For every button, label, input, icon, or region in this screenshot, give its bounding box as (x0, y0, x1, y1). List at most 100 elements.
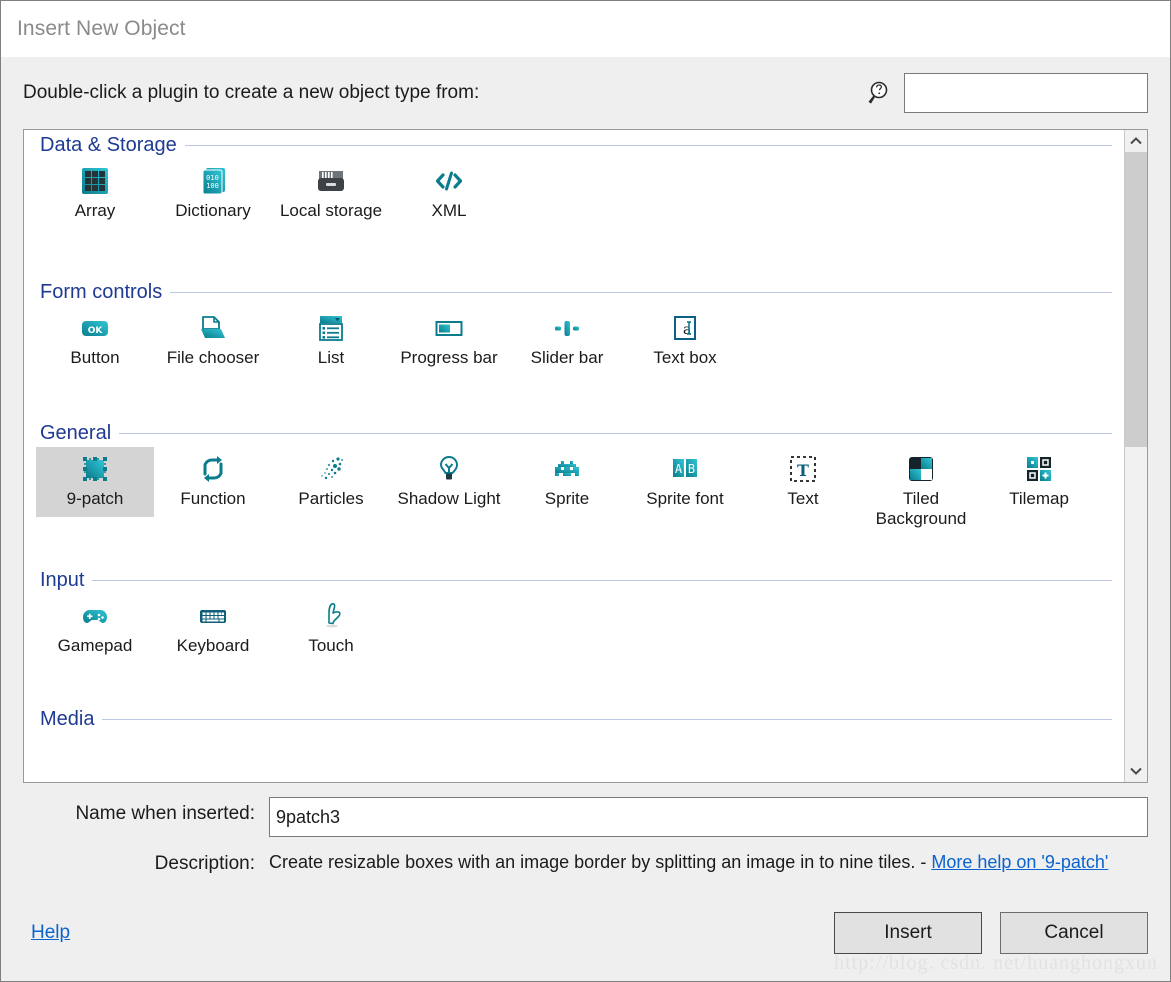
section-title: Media (40, 708, 94, 731)
touch-hand-icon (315, 600, 347, 632)
help-link[interactable]: Help (31, 922, 70, 944)
plugin-item-label: Text box (653, 348, 716, 368)
plugin-item-text[interactable]: T Text (744, 447, 862, 517)
plugin-item-label: 9-patch (67, 489, 124, 509)
name-input[interactable] (269, 797, 1148, 837)
plugin-item-sprite[interactable]: Sprite (508, 447, 626, 517)
section-header-general: General (32, 422, 1116, 445)
plugin-item-progress-bar[interactable]: Progress bar (390, 306, 508, 376)
plugin-item-sprite-font[interactable]: AB Sprite font (626, 447, 744, 517)
dialog-titlebar: Insert New Object (1, 1, 1170, 57)
section-form-controls: Form controls OK Button File chooser ListPro… (32, 281, 1116, 418)
plugin-item-local-storage[interactable]: Local storage (272, 159, 390, 229)
plugin-item-slider-bar[interactable]: Slider bar (508, 306, 626, 376)
plugin-item-label: Array (75, 201, 116, 221)
tilemap-icon (1023, 453, 1055, 485)
object-form: Name when inserted: Description: Create … (1, 783, 1170, 886)
section-divider (119, 433, 1112, 434)
watermark: http://blog. csdn. net/huanghongxun (834, 952, 1158, 975)
shadow-light-bulb-icon (433, 453, 465, 485)
plugin-item-xml[interactable]: XML (390, 159, 508, 229)
scrollbar-thumb[interactable] (1125, 152, 1147, 447)
svg-text:A: A (675, 462, 683, 476)
plugin-item-label: Button (70, 348, 119, 368)
section-divider (185, 145, 1112, 146)
section-title: Form controls (40, 281, 162, 304)
plugin-item-tilemap[interactable]: Tilemap (980, 447, 1098, 517)
svg-text:100: 100 (206, 182, 219, 190)
list-dropdown-icon (315, 312, 347, 344)
section-divider (170, 292, 1112, 293)
search-input[interactable] (904, 73, 1148, 113)
plugin-item-label: Local storage (280, 201, 382, 221)
dialog-footer: Help Insert Cancel http://blog. csdn. ne… (1, 886, 1170, 981)
plugin-item-function[interactable]: Function (154, 447, 272, 517)
section-header-form-controls: Form controls (32, 281, 1116, 304)
plugin-item-label: Function (180, 489, 245, 509)
button-ok-icon: OK (79, 312, 111, 344)
description-row: Description: Create resizable boxes with… (23, 847, 1148, 876)
plugin-item-label: File chooser (167, 348, 260, 368)
description-text-block: Create resizable boxes with an image bor… (269, 847, 1129, 876)
plugin-item-keyboard[interactable]: Keyboard (154, 594, 272, 664)
scrollbar-track[interactable] (1125, 152, 1147, 760)
text-box-icon: a (669, 312, 701, 344)
cancel-button[interactable]: Cancel (1000, 912, 1148, 954)
section-header-media: Media (32, 708, 1116, 731)
plugin-item-dictionary[interactable]: 010100Dictionary (154, 159, 272, 229)
section-divider (92, 580, 1112, 581)
plugin-item-text-box[interactable]: a Text box (626, 306, 744, 376)
plugin-item-label: Shadow Light (397, 489, 500, 509)
plugin-item-label: Text (787, 489, 818, 509)
plugin-list-scrollbar[interactable] (1124, 130, 1147, 782)
svg-text:OK: OK (88, 326, 104, 336)
dialog-title: Insert New Object (17, 17, 186, 41)
plugin-item-tiled-background[interactable]: Tiled Background (862, 447, 980, 537)
section-data-storage: Data & StorageArray010100DictionaryLocal… (32, 134, 1116, 277)
file-chooser-folder-icon (197, 312, 229, 344)
plugin-item-label: Gamepad (58, 636, 133, 656)
section-header-input: Input (32, 569, 1116, 592)
local-storage-disk-icon (315, 165, 347, 197)
plugin-pane: Data & StorageArray010100DictionaryLocal… (23, 129, 1148, 783)
prompt-row: Double-click a plugin to create a new ob… (1, 57, 1170, 129)
scroll-up-button[interactable] (1125, 130, 1147, 152)
slider-bar-icon (551, 312, 583, 344)
section-general: General 9-patch Function Particles Shadow Li… (32, 422, 1116, 565)
plugin-item-particles[interactable]: Particles (272, 447, 390, 517)
plugin-item-gamepad[interactable]: Gamepad (36, 594, 154, 664)
plugin-item-label: Tiled Background (865, 489, 977, 529)
section-title: Input (40, 569, 84, 592)
plugin-item-label: XML (432, 201, 467, 221)
keyboard-icon (197, 600, 229, 632)
plugin-list[interactable]: Data & StorageArray010100DictionaryLocal… (24, 130, 1124, 782)
plugin-item-label: Dictionary (175, 201, 251, 221)
sprite-font-ab-icon: AB (669, 453, 701, 485)
svg-text:a: a (683, 322, 691, 338)
plugin-item-label: Keyboard (177, 636, 250, 656)
name-label: Name when inserted: (23, 797, 269, 825)
plugin-item-9-patch[interactable]: 9-patch (36, 447, 154, 517)
plugin-item-label: Sprite font (646, 489, 724, 509)
plugin-item-list[interactable]: List (272, 306, 390, 376)
section-divider (102, 719, 1112, 720)
section-items: OK Button File chooser ListProgress bar Slid… (32, 306, 1116, 418)
section-input: Input Gamepad Keyboard Touch (32, 569, 1116, 704)
plugin-item-touch[interactable]: Touch (272, 594, 390, 664)
insert-new-object-dialog: Insert New Object Double-click a plugin … (0, 0, 1171, 982)
section-items: 9-patch Function Particles Shadow Light Spri… (32, 447, 1116, 565)
insert-button[interactable]: Insert (834, 912, 982, 954)
plugin-item-shadow-light[interactable]: Shadow Light (390, 447, 508, 517)
plugin-item-label: Slider bar (531, 348, 604, 368)
plugin-item-array[interactable]: Array (36, 159, 154, 229)
plugin-item-file-chooser[interactable]: File chooser (154, 306, 272, 376)
particles-icon (315, 453, 347, 485)
text-dashed-t-icon: T (787, 453, 819, 485)
function-arrows-icon (197, 453, 229, 485)
section-items: Gamepad Keyboard Touch (32, 594, 1116, 704)
plugin-item-label: Touch (308, 636, 353, 656)
plugin-item-button[interactable]: OK Button (36, 306, 154, 376)
name-row: Name when inserted: (23, 797, 1148, 837)
more-help-link[interactable]: More help on '9-patch' (931, 852, 1108, 872)
scroll-down-button[interactable] (1125, 760, 1147, 782)
